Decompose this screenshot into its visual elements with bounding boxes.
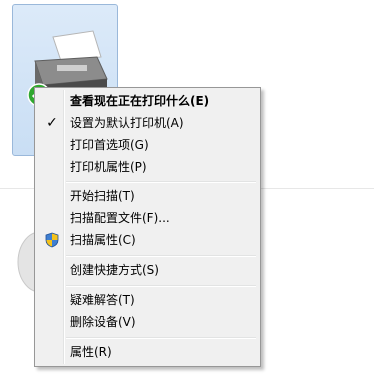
- menu-item-label: 打印首选项(G): [70, 138, 149, 152]
- printer-context-menu: 查看现在正在打印什么(E) ✓ 设置为默认打印机(A) 打印首选项(G) 打印机…: [34, 87, 261, 367]
- menu-item-scan-properties[interactable]: 扫描属性(C): [37, 229, 258, 251]
- menu-item-label: 打印机属性(P): [70, 160, 147, 174]
- menu-item-printing-preferences[interactable]: 打印首选项(G): [37, 134, 258, 156]
- menu-item-label: 扫描属性(C): [70, 233, 136, 247]
- menu-separator: [66, 255, 256, 257]
- menu-item-set-default-printer[interactable]: ✓ 设置为默认打印机(A): [37, 112, 258, 134]
- menu-item-scan-profiles[interactable]: 扫描配置文件(F)...: [37, 207, 258, 229]
- menu-item-printer-properties[interactable]: 打印机属性(P): [37, 156, 258, 178]
- menu-separator: [66, 285, 256, 287]
- menu-item-label: 疑难解答(T): [70, 293, 135, 307]
- check-icon: ✓: [46, 115, 58, 131]
- menu-item-start-scan[interactable]: 开始扫描(T): [37, 185, 258, 207]
- menu-item-see-whats-printing[interactable]: 查看现在正在打印什么(E): [37, 90, 258, 112]
- menu-item-troubleshoot[interactable]: 疑难解答(T): [37, 289, 258, 311]
- menu-item-label: 删除设备(V): [70, 315, 136, 329]
- menu-item-label: 属性(R): [70, 345, 112, 359]
- menu-separator: [66, 181, 256, 183]
- menu-item-label: 设置为默认打印机(A): [70, 116, 184, 130]
- uac-shield-icon: [45, 232, 59, 248]
- menu-item-label: 扫描配置文件(F)...: [70, 211, 170, 225]
- menu-separator: [66, 337, 256, 339]
- menu-item-remove-device[interactable]: 删除设备(V): [37, 311, 258, 333]
- menu-item-properties[interactable]: 属性(R): [37, 341, 258, 363]
- menu-item-create-shortcut[interactable]: 创建快捷方式(S): [37, 259, 258, 281]
- menu-item-label: 开始扫描(T): [70, 189, 135, 203]
- menu-item-label: 查看现在正在打印什么(E): [70, 94, 210, 108]
- menu-item-label: 创建快捷方式(S): [70, 263, 159, 277]
